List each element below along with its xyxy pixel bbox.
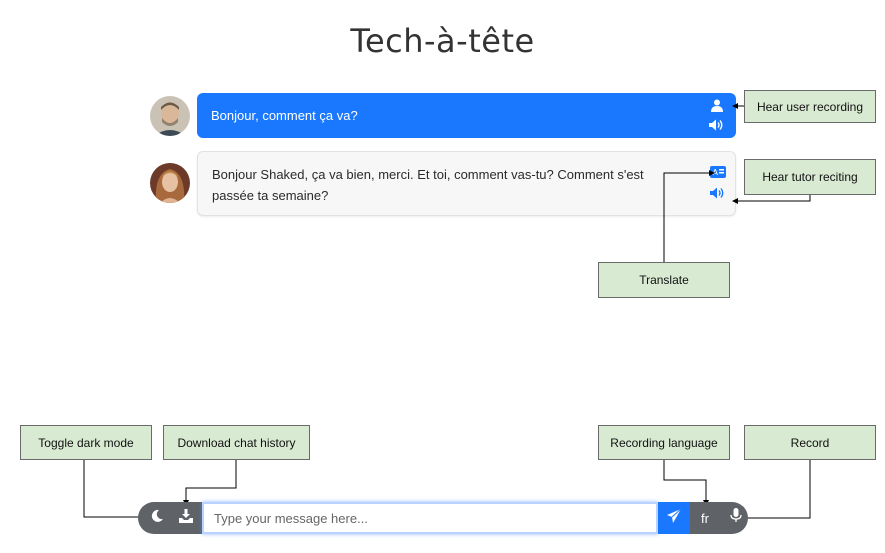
send-button[interactable]: [658, 502, 690, 534]
callout-record: Record: [744, 425, 876, 460]
callout-toggle-dark-mode: Toggle dark mode: [20, 425, 152, 460]
send-icon: [667, 508, 682, 528]
callout-connectors: [83, 103, 811, 521]
record-button[interactable]: [720, 502, 752, 534]
message-input-wrapper: [202, 502, 658, 534]
callout-hear-tutor-reciting: Hear tutor reciting: [744, 159, 876, 195]
callout-hear-user-recording: Hear user recording: [744, 90, 876, 123]
message-input[interactable]: [204, 504, 656, 532]
dark-mode-toggle[interactable]: [141, 502, 173, 534]
callout-recording-language: Recording language: [598, 425, 730, 460]
callout-download-chat-history: Download chat history: [163, 425, 310, 460]
callout-translate: Translate: [598, 262, 730, 298]
download-chat-button[interactable]: [170, 502, 202, 534]
download-icon: [179, 508, 193, 528]
recording-language-selector[interactable]: fr: [692, 502, 718, 534]
moon-icon: [150, 509, 164, 528]
microphone-icon: [730, 508, 742, 528]
